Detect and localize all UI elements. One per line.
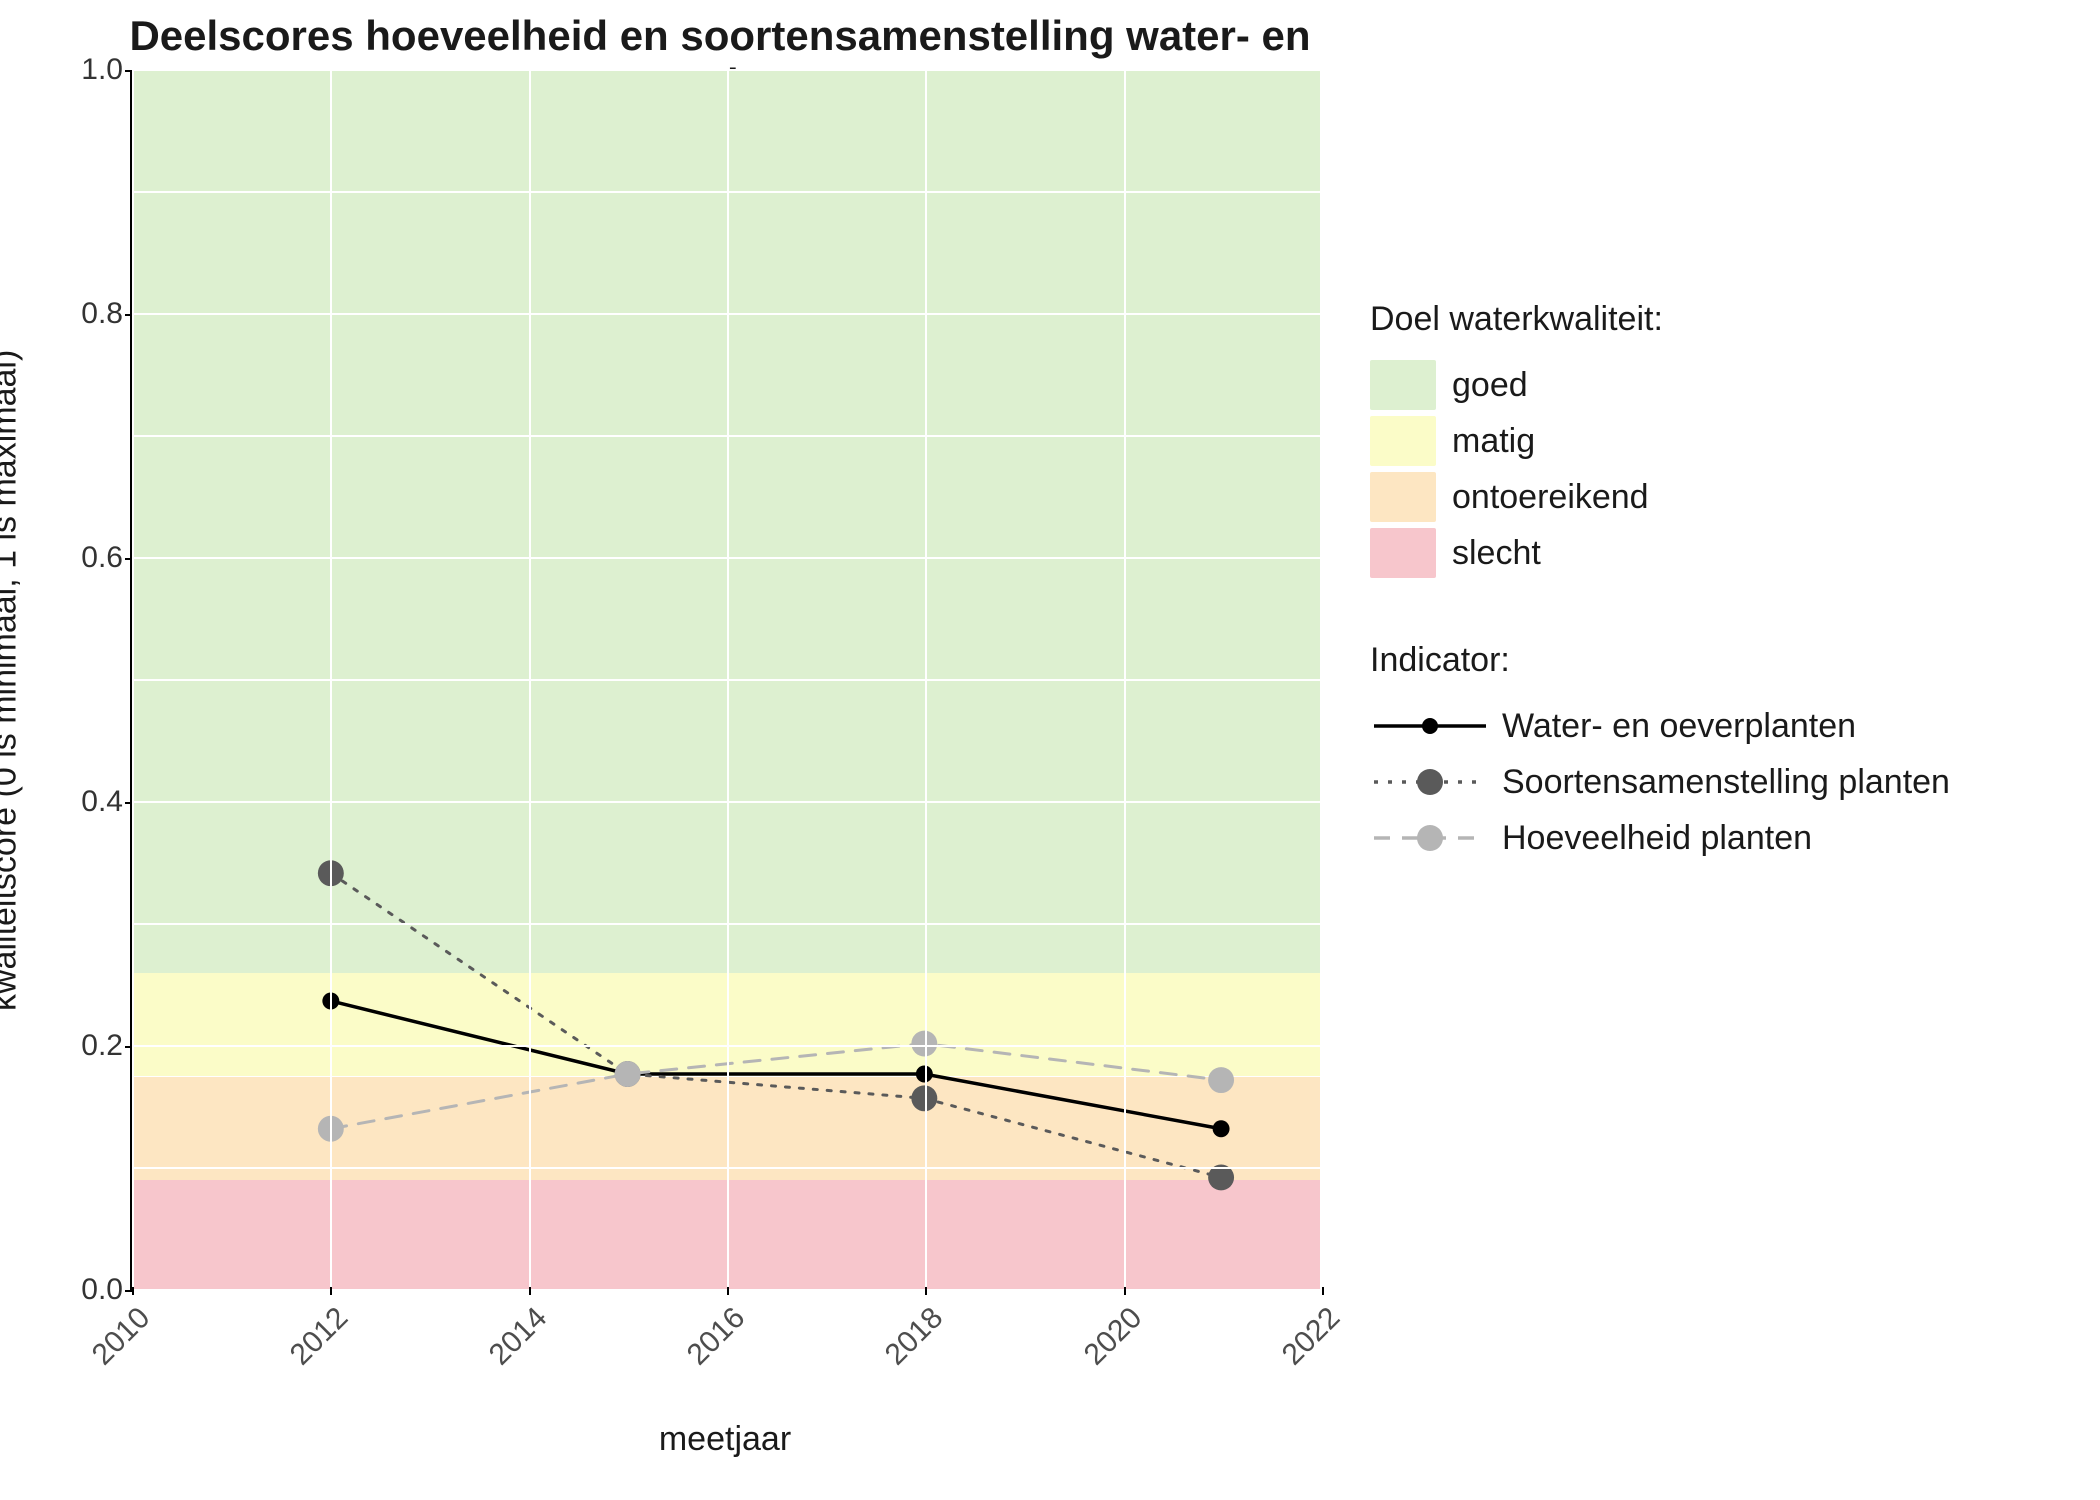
legend-series-item: Hoeveelheid planten <box>1370 810 2070 866</box>
x-tick-mark <box>1124 1287 1126 1295</box>
x-tick-label: 2016 <box>681 1301 752 1372</box>
y-tick-label: 0.4 <box>43 785 123 819</box>
gridline <box>925 70 927 1287</box>
x-tick-label: 2012 <box>284 1301 355 1372</box>
x-tick-mark <box>1322 1287 1324 1295</box>
legend-label: Water- en oeverplanten <box>1502 707 1856 746</box>
x-axis-label: meetjaar <box>130 1420 1320 1459</box>
gridline <box>529 70 531 1287</box>
legend-label: matig <box>1452 422 1535 461</box>
legend-label: goed <box>1452 366 1528 405</box>
legend-series-title: Indicator: <box>1370 641 2070 680</box>
x-tick-label: 2010 <box>86 1301 157 1372</box>
y-tick-label: 0.8 <box>43 297 123 331</box>
legend-line-swatch <box>1370 762 1490 802</box>
x-tick-mark <box>727 1287 729 1295</box>
x-tick-label: 2020 <box>1077 1301 1148 1372</box>
legend-band-item: ontoereikend <box>1370 469 2070 525</box>
gridline <box>727 70 729 1287</box>
legend-label: Hoeveelheid planten <box>1502 819 1812 858</box>
legend-label: slecht <box>1452 534 1541 573</box>
legend-band-item: slecht <box>1370 525 2070 581</box>
legend-swatch <box>1370 416 1436 466</box>
legend-swatch <box>1370 360 1436 410</box>
data-point <box>911 1031 937 1057</box>
data-point <box>1213 1120 1230 1137</box>
gridline <box>330 70 332 1287</box>
legend-series-item: Soortensamenstelling planten <box>1370 754 2070 810</box>
series-line <box>331 873 1221 1177</box>
x-tick-mark <box>132 1287 134 1295</box>
data-point <box>1208 1067 1234 1093</box>
x-tick-mark <box>925 1287 927 1295</box>
legend-band-item: goed <box>1370 357 2070 413</box>
legend-label: Soortensamenstelling planten <box>1502 763 1950 802</box>
y-axis-label: kwaliteitscore (0 is minimaal, 1 is maxi… <box>0 70 30 1290</box>
legend-swatch <box>1370 472 1436 522</box>
legend: Doel waterkwaliteit: goed matig ontoereike… <box>1370 300 2070 866</box>
legend-swatch <box>1370 528 1436 578</box>
gridline <box>1124 70 1126 1287</box>
legend-band-item: matig <box>1370 413 2070 469</box>
y-tick-label: 0.2 <box>43 1029 123 1063</box>
x-tick-mark <box>529 1287 531 1295</box>
x-tick-label: 2014 <box>482 1301 553 1372</box>
x-tick-label: 2018 <box>879 1301 950 1372</box>
legend-bands-title: Doel waterkwaliteit: <box>1370 300 2070 339</box>
y-tick-label: 1.0 <box>43 53 123 87</box>
y-tick-label: 0.0 <box>43 1273 123 1307</box>
gridline <box>1322 70 1324 1287</box>
data-point <box>615 1061 641 1087</box>
gridline <box>132 70 134 1287</box>
plot-area: 0.00.20.40.60.81.02010201220142016201820… <box>130 70 1320 1290</box>
y-tick-label: 0.6 <box>43 541 123 575</box>
x-tick-mark <box>330 1287 332 1295</box>
data-point <box>916 1066 933 1083</box>
legend-series-item: Water- en oeverplanten <box>1370 698 2070 754</box>
legend-line-swatch <box>1370 818 1490 858</box>
x-tick-label: 2022 <box>1276 1301 1347 1372</box>
data-point <box>911 1085 937 1111</box>
legend-line-swatch <box>1370 706 1490 746</box>
legend-label: ontoereikend <box>1452 478 1649 517</box>
